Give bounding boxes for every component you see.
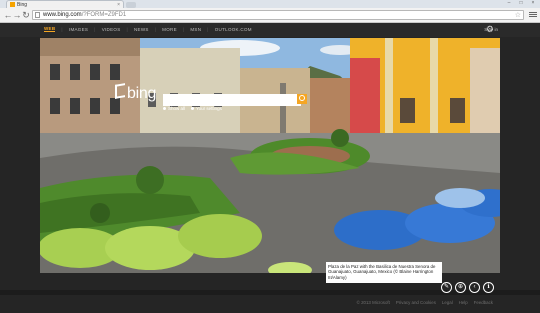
- nav-item-msn[interactable]: MSN: [190, 27, 201, 32]
- url-path: /?FORM=Z9FD1: [81, 12, 127, 18]
- homepage-background-image: bing Show all Your settings: [40, 38, 500, 273]
- bing-footer: © 2013 Microsoft Privacy and Cookies Legal…: [0, 295, 540, 313]
- browser-titlebar: Bing × – □ ×: [0, 0, 540, 8]
- show-all-radio-icon: [163, 107, 166, 111]
- search-options: Show all Your settings: [163, 106, 222, 111]
- bing-logo: bing: [115, 83, 157, 103]
- show-all-option[interactable]: Show all: [163, 106, 185, 111]
- nav-separator: |: [182, 26, 185, 32]
- bing-logo-text: bing: [127, 85, 157, 102]
- minimize-button[interactable]: –: [504, 0, 514, 6]
- footer-link[interactable]: Help: [459, 300, 468, 305]
- browser-toolbar: ← → ↻ www.bing.com/?FORM=Z9FD1 ☆: [0, 8, 540, 23]
- bing-top-nav: WEB | IMAGES | VIDEOS | NEWS | MORE | MSN | OUTLOOK.…: [0, 23, 540, 37]
- maximize-button[interactable]: □: [516, 0, 526, 6]
- chrome-menu-icon[interactable]: [529, 11, 537, 19]
- nav-separator: |: [154, 26, 157, 32]
- address-bar[interactable]: www.bing.com/?FORM=Z9FD1 ☆: [32, 10, 524, 20]
- nav-item-videos[interactable]: VIDEOS: [102, 27, 121, 32]
- tab-close-icon[interactable]: ×: [117, 2, 120, 8]
- image-search-icon[interactable]: ⊕: [455, 282, 466, 293]
- previous-image-icon[interactable]: ‹: [469, 282, 480, 293]
- reload-button[interactable]: ↻: [21, 10, 31, 20]
- settings-radio-icon: [191, 107, 195, 111]
- browser-tab[interactable]: Bing ×: [6, 0, 124, 8]
- nav-separator: |: [126, 26, 128, 32]
- url-host: www.bing.com: [43, 12, 82, 18]
- footer-link[interactable]: Feedback: [474, 300, 493, 305]
- bookmark-star-icon[interactable]: ☆: [515, 11, 521, 19]
- copyright-text: © 2013 Microsoft: [356, 300, 390, 305]
- close-window-button[interactable]: ×: [528, 0, 538, 6]
- bing-favicon-icon: [10, 2, 15, 7]
- show-all-label: Show all: [168, 106, 186, 111]
- footer-link[interactable]: Legal: [442, 300, 453, 305]
- nav-separator: |: [94, 26, 96, 32]
- search-button[interactable]: [297, 94, 307, 104]
- nav-item-more[interactable]: MORE: [162, 27, 177, 32]
- tab-title: Bing: [17, 1, 28, 8]
- your-settings-label: Your settings: [196, 106, 222, 111]
- your-settings-option[interactable]: Your settings: [191, 106, 222, 111]
- nav-separator: |: [61, 26, 63, 32]
- footer-links: © 2013 Microsoft Privacy and Cookies Legal…: [357, 300, 493, 305]
- image-info-edit-icon[interactable]: ✎: [441, 282, 452, 293]
- image-tools: ✎ ⊕ ‹ ℹ: [441, 282, 494, 293]
- url-text: www.bing.com/?FORM=Z9FD1: [43, 12, 126, 18]
- nav-item-news[interactable]: NEWS: [134, 27, 149, 32]
- page-icon: [35, 12, 40, 18]
- bing-page: WEB | IMAGES | VIDEOS | NEWS | MORE | MSN | OUTLOOK.…: [0, 23, 540, 313]
- nav-separator: |: [207, 26, 209, 32]
- plaza-photo: [40, 38, 500, 273]
- image-caption[interactable]: Plaza de la Paz with the Basilica de Nue…: [326, 262, 442, 283]
- gear-icon[interactable]: ⚙: [486, 24, 494, 35]
- nav-links: WEB | IMAGES | VIDEOS | NEWS | MORE | MSN | OUTLOOK.…: [44, 26, 252, 32]
- search-input[interactable]: [163, 94, 301, 106]
- nav-item-outlookcom[interactable]: OUTLOOK.COM: [215, 27, 252, 32]
- footer-link[interactable]: Privacy and Cookies: [396, 300, 436, 305]
- nav-item-web[interactable]: WEB: [44, 26, 56, 32]
- nav-item-images[interactable]: IMAGES: [69, 27, 88, 32]
- info-icon[interactable]: ℹ: [483, 282, 494, 293]
